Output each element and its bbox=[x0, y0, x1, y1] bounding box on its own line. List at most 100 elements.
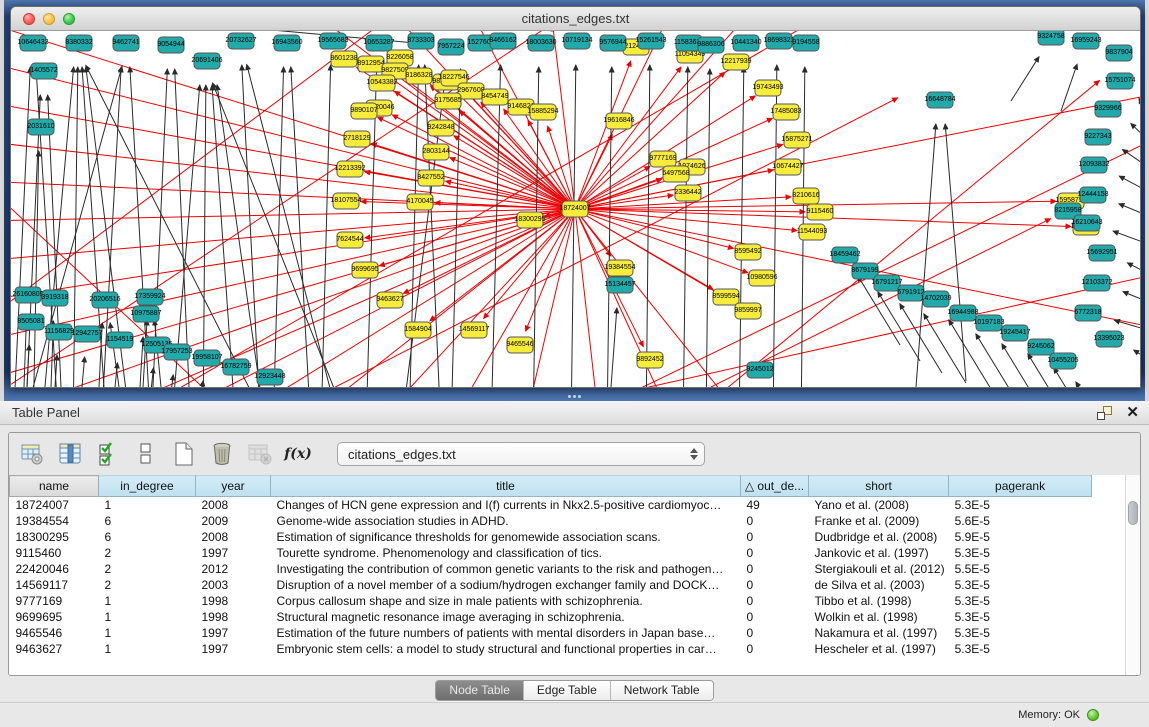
cell-short[interactable]: Nakamura et al. (1997) bbox=[809, 625, 949, 641]
network-node[interactable]: 17957253 bbox=[161, 344, 192, 360]
network-node[interactable]: 2336442 bbox=[674, 185, 701, 201]
network-node[interactable]: 20732627 bbox=[225, 33, 256, 49]
column-header-out_degree[interactable]: △ out_de... bbox=[741, 476, 809, 497]
network-edge[interactable] bbox=[11, 209, 575, 338]
network-edge[interactable] bbox=[1011, 57, 1039, 101]
cell-short[interactable]: Dudbridge et al. (2008) bbox=[809, 529, 949, 545]
cell-name[interactable]: 9465546 bbox=[10, 625, 99, 641]
cell-name[interactable]: 9777169 bbox=[10, 593, 99, 609]
network-edge[interactable] bbox=[11, 143, 575, 209]
table-row[interactable]: 946362711997Embryonic stem cells: a mode… bbox=[10, 641, 1092, 657]
network-node[interactable]: 8454749 bbox=[481, 89, 508, 105]
cell-out_degree[interactable]: 0 bbox=[741, 545, 809, 561]
network-node[interactable]: 18003630 bbox=[525, 35, 556, 51]
network-node[interactable]: 16648784 bbox=[924, 92, 955, 108]
network-node[interactable]: 9837904 bbox=[1105, 45, 1132, 61]
network-node[interactable]: 18300295 bbox=[514, 212, 545, 228]
rows-icon[interactable] bbox=[133, 441, 159, 467]
network-edge[interactable] bbox=[242, 65, 261, 387]
create-table-icon[interactable] bbox=[171, 441, 197, 467]
cell-short[interactable]: Franke et al. (2009) bbox=[809, 513, 949, 529]
cell-title[interactable]: Genome-wide association studies in ADHD. bbox=[271, 513, 741, 529]
cell-year[interactable]: 1997 bbox=[196, 625, 271, 641]
network-node[interactable]: 8595492 bbox=[734, 244, 761, 260]
cell-out_degree[interactable]: 0 bbox=[741, 609, 809, 625]
network-node[interactable]: 2803144 bbox=[422, 144, 449, 160]
network-node[interactable]: 9892452 bbox=[636, 352, 663, 368]
cell-out_degree[interactable]: 0 bbox=[741, 641, 809, 657]
network-node[interactable]: 19245417 bbox=[999, 325, 1030, 341]
cell-out_degree[interactable]: 0 bbox=[741, 561, 809, 577]
network-node[interactable]: 8380332 bbox=[65, 35, 92, 51]
cell-short[interactable]: Jankovic et al. (1997) bbox=[809, 545, 949, 561]
network-edge[interactable] bbox=[1054, 368, 1096, 387]
network-node[interactable]: 12923448 bbox=[254, 369, 285, 385]
cell-short[interactable]: Stergiakouli et al. (2012) bbox=[809, 561, 949, 577]
network-edge[interactable] bbox=[481, 102, 575, 209]
network-node[interactable]: 6772318 bbox=[1074, 305, 1101, 321]
network-node[interactable]: 8186328 bbox=[405, 68, 432, 84]
network-node[interactable]: 9227343 bbox=[1084, 129, 1111, 145]
table-row[interactable]: 1456911722003Disruption of a novel membe… bbox=[10, 577, 1092, 593]
tab-edge-table[interactable]: Edge Table bbox=[523, 681, 610, 700]
network-node[interactable]: 9890107 bbox=[350, 103, 377, 119]
cell-in_degree[interactable]: 1 bbox=[99, 497, 196, 513]
network-node[interactable]: 14569117 bbox=[459, 322, 490, 338]
network-edge[interactable] bbox=[1131, 123, 1140, 143]
cell-short[interactable]: Wolkin et al. (1998) bbox=[809, 609, 949, 625]
network-node[interactable]: 18698321 bbox=[763, 33, 794, 49]
network-node[interactable]: 10653287 bbox=[363, 35, 394, 51]
cell-in_degree[interactable]: 1 bbox=[99, 625, 196, 641]
cell-pagerank[interactable]: 5.3E-5 bbox=[949, 545, 1092, 561]
network-node[interactable]: 10543382 bbox=[366, 75, 397, 91]
network-edge[interactable] bbox=[449, 209, 575, 387]
cell-pagerank[interactable]: 5.3E-5 bbox=[949, 609, 1092, 625]
table-options-icon[interactable] bbox=[19, 441, 45, 467]
cell-name[interactable]: 22420046 bbox=[10, 561, 99, 577]
network-node[interactable]: 15875271 bbox=[781, 132, 812, 148]
network-edge[interactable] bbox=[611, 308, 617, 387]
column-header-year[interactable]: year bbox=[196, 476, 271, 497]
network-node[interactable]: 12213392 bbox=[334, 161, 365, 177]
table-row[interactable]: 2242004622012Investigating the contribut… bbox=[10, 561, 1092, 577]
table-scrollbar-thumb[interactable] bbox=[1128, 501, 1138, 525]
network-node[interactable]: 15134457 bbox=[604, 277, 635, 293]
cell-pagerank[interactable]: 5.9E-5 bbox=[949, 529, 1092, 545]
cell-title[interactable]: Estimation of significance thresholds fo… bbox=[271, 529, 741, 545]
cell-short[interactable]: Hescheler et al. (1997) bbox=[809, 641, 949, 657]
cell-out_degree[interactable]: 0 bbox=[741, 529, 809, 545]
network-edge[interactable] bbox=[82, 357, 85, 387]
network-node[interactable]: 13395023 bbox=[1093, 331, 1124, 347]
cell-in_degree[interactable]: 2 bbox=[99, 561, 196, 577]
cell-title[interactable]: Tourette syndrome. Phenomenology and cla… bbox=[271, 545, 741, 561]
network-edge[interactable] bbox=[171, 85, 200, 387]
delete-attributes-icon[interactable] bbox=[209, 441, 235, 467]
cell-in_degree[interactable]: 2 bbox=[99, 577, 196, 593]
cell-title[interactable]: Changes of HCN gene expression and I(f) … bbox=[271, 497, 741, 513]
network-node[interactable]: 12217939 bbox=[720, 54, 751, 70]
network-node[interactable]: 16782759 bbox=[220, 359, 251, 375]
network-edge[interactable] bbox=[571, 65, 576, 387]
network-node[interactable]: 19565683 bbox=[317, 33, 348, 49]
network-node[interactable]: 9324758 bbox=[1037, 31, 1064, 45]
tab-network-table[interactable]: Network Table bbox=[610, 681, 713, 700]
network-node[interactable]: 19384554 bbox=[604, 260, 635, 276]
cell-name[interactable]: 9699695 bbox=[10, 609, 99, 625]
network-node[interactable]: 9194558 bbox=[792, 35, 819, 51]
network-node[interactable]: 20691406 bbox=[191, 53, 222, 69]
memory-status-icon[interactable] bbox=[1087, 709, 1099, 721]
zoom-window-icon[interactable] bbox=[63, 13, 75, 25]
network-node[interactable]: 8733303 bbox=[407, 33, 434, 49]
cell-name[interactable]: 9115460 bbox=[10, 545, 99, 561]
network-node[interactable]: 9777169 bbox=[649, 151, 676, 167]
function-builder-icon[interactable]: f(x) bbox=[285, 441, 311, 467]
network-edge[interactable] bbox=[378, 117, 575, 209]
cell-year[interactable]: 1998 bbox=[196, 609, 271, 625]
network-node[interactable]: 9576944 bbox=[599, 35, 626, 51]
network-edge[interactable] bbox=[321, 65, 331, 387]
network-node[interactable]: 15751074 bbox=[1104, 73, 1135, 89]
network-node[interactable]: 8599594 bbox=[712, 289, 739, 305]
cell-title[interactable]: Estimation of the future numbers of pati… bbox=[271, 625, 741, 641]
column-header-in_degree[interactable]: in_degree bbox=[99, 476, 196, 497]
network-edge[interactable] bbox=[171, 375, 173, 387]
